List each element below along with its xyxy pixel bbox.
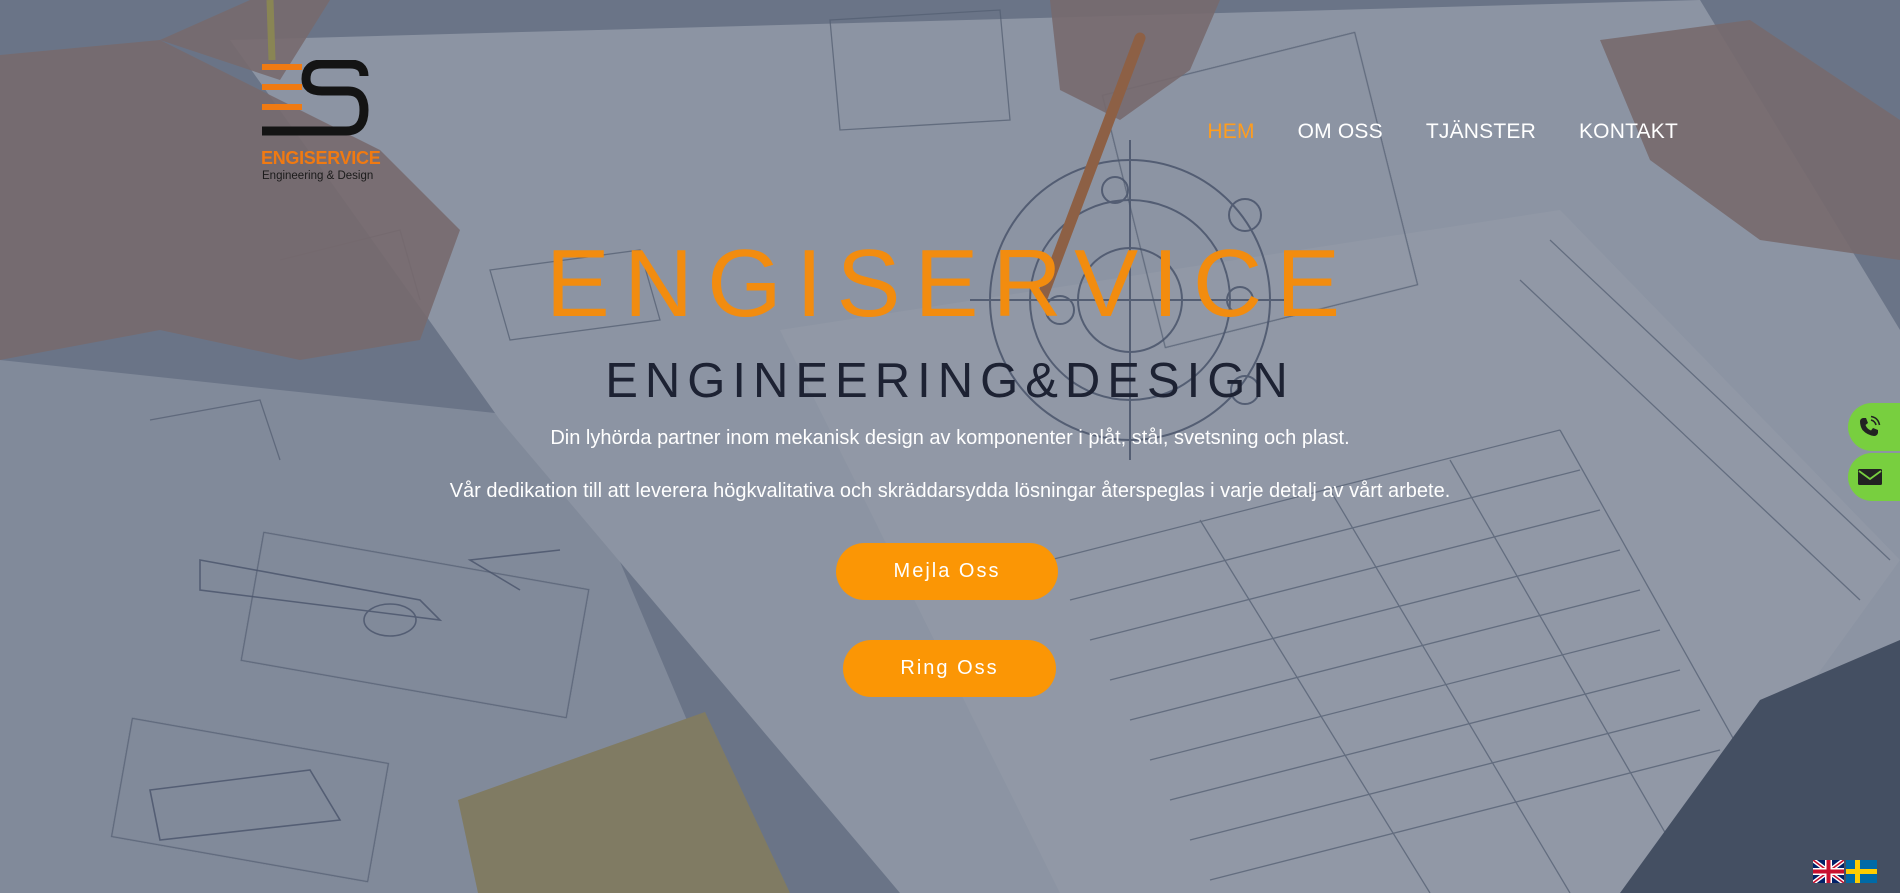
nav-item-om-oss[interactable]: OM OSS	[1298, 120, 1383, 144]
nav-item-hem[interactable]: HEM	[1207, 120, 1254, 144]
brand-tagline: Engineering & Design	[262, 170, 374, 182]
brand-logo[interactable]: ENGISERVICE Engineering & Design	[260, 60, 381, 185]
language-switcher	[1813, 860, 1877, 883]
es-logo-mark	[262, 60, 369, 136]
hero-description-1: Din lyhörda partner inom mekanisk design…	[550, 427, 1350, 449]
nav-item-kontakt[interactable]: KONTAKT	[1579, 120, 1678, 144]
hero-subtitle: ENGINEERING&DESIGN	[605, 354, 1295, 408]
main-navigation: HEM OM OSS TJÄNSTER KONTAKT	[1207, 120, 1678, 144]
sweden-flag-icon[interactable]	[1846, 860, 1877, 883]
hero-description-2: Vår dedikation till att leverera högkval…	[449, 480, 1451, 502]
hero-title: ENGISERVICE	[545, 230, 1355, 337]
call-us-button[interactable]: Ring Oss	[843, 640, 1056, 697]
uk-flag-icon[interactable]	[1813, 860, 1844, 883]
envelope-icon	[1858, 469, 1882, 485]
floating-mail-button[interactable]	[1848, 453, 1900, 501]
nav-item-tjanster[interactable]: TJÄNSTER	[1426, 120, 1536, 144]
phone-icon	[1860, 415, 1881, 436]
floating-phone-button[interactable]	[1848, 403, 1900, 451]
brand-name: ENGISERVICE	[261, 148, 381, 168]
mail-us-button[interactable]: Mejla Oss	[836, 543, 1058, 600]
